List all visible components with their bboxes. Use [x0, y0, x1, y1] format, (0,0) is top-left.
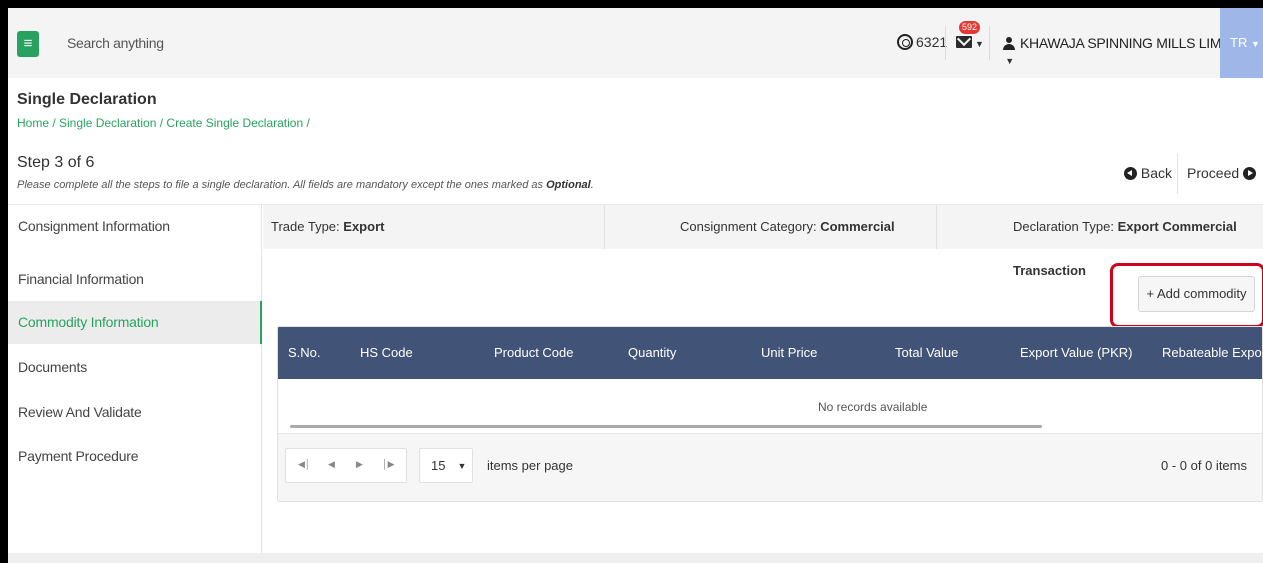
divider	[989, 26, 990, 60]
sidebar-item-documents[interactable]: Documents	[8, 346, 262, 389]
column-header[interactable]: Total Value	[895, 327, 958, 379]
coin-icon	[897, 34, 913, 50]
page-size-select[interactable]: 15 ▼	[419, 448, 473, 483]
page-title: Single Declaration	[17, 91, 157, 108]
pager: ◀│ ◀ ▶ │▶ 15 ▼ items per page 0 - 0 of 0 …	[278, 433, 1262, 501]
divider	[1177, 154, 1178, 194]
pager-info: 0 - 0 of 0 items	[1161, 458, 1247, 473]
user-avatar-menu[interactable]: TR ▼	[1220, 8, 1263, 78]
add-commodity-button[interactable]: + Add commodity	[1138, 276, 1255, 312]
horizontal-scrollbar[interactable]	[290, 425, 1042, 428]
column-header[interactable]: Unit Price	[761, 327, 817, 379]
column-header[interactable]: Quantity	[628, 327, 676, 379]
chevron-down-icon: ▼	[1250, 39, 1260, 49]
steps-sidebar: Consignment Information Financial Inform…	[8, 205, 262, 563]
declaration-info-bar: Trade Type: Export Consignment Category:…	[263, 205, 1263, 278]
arrow-right-circle-icon	[1243, 167, 1257, 180]
chevron-down-icon: ▼	[1003, 56, 1014, 66]
next-page-icon[interactable]: ▶	[356, 459, 363, 470]
column-header[interactable]: Rebateable Export V	[1162, 327, 1262, 379]
empty-row: No records available	[278, 379, 1262, 433]
declaration-type: Declaration Type: Export Commercial Tran…	[1013, 219, 1237, 278]
footer-strip	[8, 553, 1263, 563]
last-page-icon[interactable]: │▶	[382, 459, 395, 470]
column-header[interactable]: Export Value (PKR)	[1020, 327, 1132, 379]
chevron-down-icon: ▼	[457, 461, 467, 471]
user-initials: TR	[1230, 35, 1248, 50]
commodity-grid: S.No. HS Code Product Code Quantity Unit…	[277, 326, 1263, 502]
company-name: KHAWAJA SPINNING MILLS LIMITED	[1020, 35, 1252, 51]
sidebar-item-financial[interactable]: Financial Information	[8, 258, 262, 301]
first-page-icon[interactable]: ◀│	[298, 459, 311, 470]
chevron-down-icon[interactable]: ▼	[975, 39, 984, 49]
token-counter[interactable]: 6321	[897, 34, 947, 50]
top-bar: ≡ Search anything 6321 592 ▼ KHAWAJA SPI…	[8, 8, 1263, 78]
sidebar-item-review[interactable]: Review And Validate	[8, 391, 262, 434]
user-icon	[1003, 37, 1015, 50]
proceed-button[interactable]: Proceed	[1187, 165, 1257, 181]
items-per-page-label: items per page	[487, 458, 573, 473]
column-header[interactable]: Product Code	[494, 327, 574, 379]
sidebar-item-commodity[interactable]: Commodity Information	[8, 301, 262, 344]
prev-page-icon[interactable]: ◀	[328, 459, 335, 470]
app-window: ≡ Search anything 6321 592 ▼ KHAWAJA SPI…	[8, 8, 1263, 563]
step-indicator: Step 3 of 6	[17, 154, 95, 171]
breadcrumb[interactable]: Home / Single Declaration / Create Singl…	[17, 116, 310, 130]
empty-message: No records available	[818, 400, 928, 414]
mail-badge: 592	[959, 21, 981, 34]
sidebar-item-payment[interactable]: Payment Procedure	[8, 435, 262, 478]
back-button[interactable]: Back	[1124, 165, 1172, 181]
trade-type: Trade Type: Export	[271, 219, 385, 234]
column-header[interactable]: HS Code	[360, 327, 413, 379]
search-input[interactable]: Search anything	[67, 35, 164, 51]
pager-nav: ◀│ ◀ ▶ │▶	[285, 448, 407, 483]
consignment-category: Consignment Category: Commercial	[680, 219, 895, 234]
column-header[interactable]: S.No.	[288, 327, 321, 379]
grid-header: S.No. HS Code Product Code Quantity Unit…	[278, 327, 1262, 379]
divider	[945, 26, 946, 60]
menu-icon[interactable]: ≡	[17, 31, 39, 57]
arrow-left-circle-icon	[1124, 167, 1137, 180]
mail-icon[interactable]	[956, 35, 972, 53]
step-description: Please complete all the steps to file a …	[17, 179, 594, 191]
token-count: 6321	[916, 34, 948, 50]
sidebar-item-consignment[interactable]: Consignment Information	[8, 205, 262, 248]
